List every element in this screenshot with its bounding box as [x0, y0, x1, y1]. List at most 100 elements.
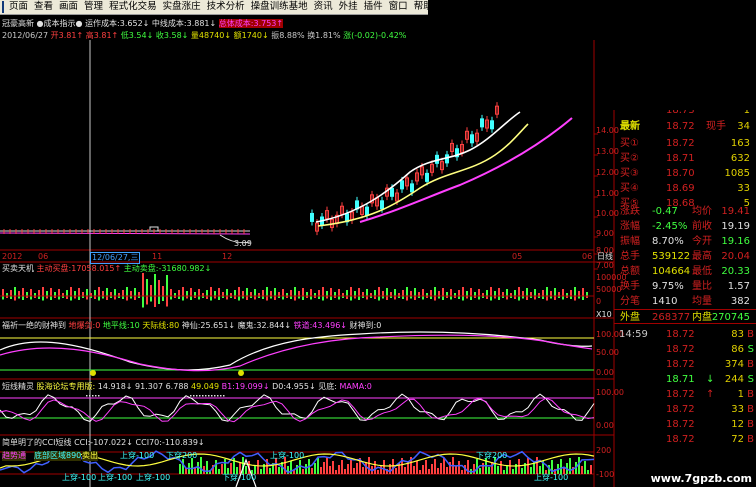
tick-flag: S — [747, 374, 754, 385]
quote-buy-row: 买④ 18.69 33 — [614, 181, 756, 196]
short-subtitle: 股海论坛专用版: — [36, 382, 96, 391]
volume-sell-label: 主动卖盘:-31680.982↓ — [123, 264, 212, 273]
stock-name: 冠豪高新 — [2, 19, 34, 28]
wealth-marker — [90, 370, 96, 376]
info-low: 低3.54↓ — [120, 31, 154, 40]
menu-plugin-ext[interactable]: 外挂 — [336, 0, 361, 14]
menu-page[interactable]: 页面 — [6, 0, 31, 14]
menu-screen[interactable]: 画面 — [56, 0, 81, 14]
cost-label-1: 运作成本:3.652↓ — [85, 19, 150, 28]
menu-manage[interactable]: 管理 — [81, 0, 106, 14]
tick-row: 18.72 ↑ 1 B — [614, 387, 756, 402]
tick-price: 18.72 — [666, 389, 695, 400]
tick-volume: 33 — [731, 404, 744, 415]
tick-volume: 374 — [724, 359, 744, 370]
tick-flag: B — [747, 434, 754, 445]
tick-flag: B — [747, 329, 754, 340]
quote-buy-label: 买④ — [620, 183, 639, 194]
quote-stat-label: 总手 — [620, 251, 640, 262]
menu-program-trading[interactable]: 程式化交易 — [106, 0, 160, 14]
info-open: 开3.81↑ — [50, 31, 84, 40]
tick-volume: 1 — [737, 389, 744, 400]
cci-label-7: 上穿-100 — [62, 473, 97, 482]
tick-time: 14:59 — [619, 329, 648, 340]
quote-stat-row: 分笔 1410 均量 382 — [614, 294, 756, 309]
quote-buy-price: 18.70 — [666, 168, 695, 179]
main-info-row: 2012/06/27 开3.81↑ 高3.81↑ 低3.54↓ 收3.58↓ 量… — [2, 31, 406, 41]
watermark: www.7gpzb.com — [650, 472, 752, 485]
quote-latest-vol: 34 — [737, 121, 750, 132]
wealth-axis-3: 0.00 — [596, 368, 614, 377]
quote-stat-row: 涨跌 -0.47 均价 19.41 — [614, 204, 756, 219]
quote-stat-value: 1410 — [652, 296, 678, 307]
app-icon[interactable] — [2, 1, 4, 13]
cost-label-3: 总体成本:3.753↑ — [218, 19, 284, 28]
volume-unit: X10 — [596, 310, 612, 319]
quote-stat-label: 总额 — [620, 266, 640, 277]
quote-stat-value: 8.70% — [652, 236, 684, 247]
quote-inner-label: 内盘 — [692, 312, 712, 323]
short-v4: 49.049 — [191, 382, 220, 391]
wealth-l7: 财神到:0 — [349, 321, 382, 330]
short-v8: MAMA:0 — [339, 382, 372, 391]
quote-stat-value2: 1.57 — [727, 281, 750, 292]
cci-label-5: 上穿-100 — [270, 451, 305, 460]
quote-stat-label2: 均价 — [692, 206, 712, 217]
menu-tech-analysis[interactable]: 技术分析 — [204, 0, 248, 14]
wealth-l5: 魔鬼:32.844↓ — [237, 321, 292, 330]
time-label-1: 06 — [38, 252, 49, 261]
quote-stat-row: 总手 539122 最高 20.04 — [614, 249, 756, 264]
tick-volume: 86 — [731, 344, 744, 355]
tick-flag: B — [747, 359, 754, 370]
cci-axis-1: 200 — [596, 446, 612, 455]
quote-stat-label2: 最高 — [692, 251, 712, 262]
short-dot — [223, 395, 225, 397]
short-dot — [211, 395, 213, 397]
short-dot — [196, 395, 198, 397]
short-dot — [202, 395, 204, 397]
short-panel-header: 短线精灵 股海论坛专用版: 14.918↓ 91.307 6.788 49.04… — [2, 382, 372, 392]
quote-stat-label: 分笔 — [620, 296, 640, 307]
quote-stat-value2: 382 — [730, 296, 750, 307]
menu-news[interactable]: 资讯 — [311, 0, 336, 14]
tick-volume: 72 — [731, 434, 744, 445]
quote-stat-row: 换手 9.75% 量比 1.57 — [614, 279, 756, 294]
short-v7: 见底: — [318, 382, 337, 391]
tick-price: 18.72 — [666, 344, 695, 355]
quote-outer-label: 外盘 — [620, 312, 640, 323]
quote-stat-label2: 前收 — [692, 221, 712, 232]
menu-training-base[interactable]: 操盘训练基地 — [248, 0, 311, 14]
quote-stat-value2: 20.33 — [721, 266, 750, 277]
cost-label-2: 中线成本:3.881↓ — [151, 19, 217, 28]
menu-trading-lab[interactable]: 实盘涨庄 — [160, 0, 204, 14]
quote-stat-row: 振幅 8.70% 今开 19.16 — [614, 234, 756, 249]
cci-label-4: 下穿200 — [166, 451, 198, 460]
menu-help[interactable]: 帮助 — [411, 0, 436, 14]
tick-flag: B — [747, 419, 754, 430]
quote-buy-label: 买① — [620, 138, 639, 149]
menu-plugins[interactable]: 插件 — [361, 0, 386, 14]
short-dot — [190, 395, 192, 397]
short-dot — [95, 395, 97, 397]
quote-stat-value: -0.47 — [652, 206, 678, 217]
wealth-l2: 地平线:10 — [102, 321, 140, 330]
short-dot — [89, 395, 91, 397]
quote-buy-vol: 632 — [730, 153, 750, 164]
cci-label-trend: 趋势通 — [2, 451, 26, 461]
axis-main-6: 9.00 — [596, 229, 614, 238]
quote-buy-row: 买③ 18.70 1085 — [614, 166, 756, 181]
info-amount: 额1740↓ — [233, 31, 269, 40]
tick-volume: 244 — [724, 374, 744, 385]
tick-flag: B — [747, 404, 754, 415]
quote-stat-label2: 最低 — [692, 266, 712, 277]
quote-stat-value: -2.45% — [652, 221, 688, 232]
cci-label-11: 上穿-100 — [534, 473, 569, 482]
cci-axis-2: -100 — [596, 470, 615, 479]
tick-up-icon: ↑ — [706, 389, 715, 400]
menu-window[interactable]: 窗口 — [386, 0, 411, 14]
short-v5: B1:19.099↓ — [221, 382, 270, 391]
menu-view[interactable]: 查看 — [31, 0, 56, 14]
cci-panel-header: 简单明了的CCI短线 CCI:-107.022↓ CCI70:-110.839↓ — [2, 438, 205, 448]
tick-flag: B — [747, 389, 754, 400]
short-dot — [86, 395, 88, 397]
